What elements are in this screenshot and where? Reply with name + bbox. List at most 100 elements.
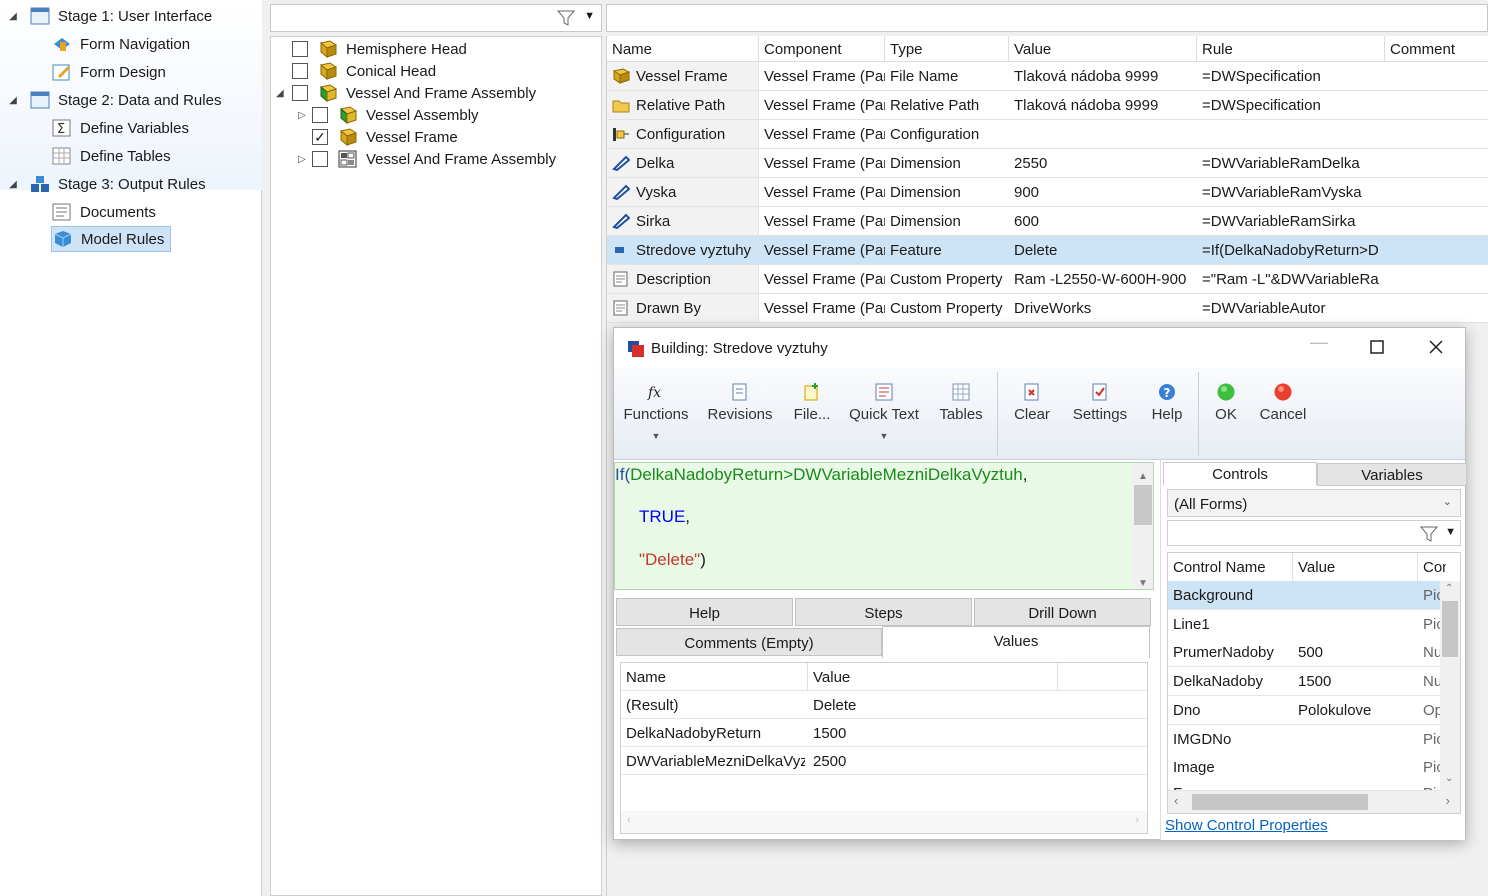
cell-comment[interactable] <box>1385 236 1488 264</box>
nav-item-stage-2[interactable]: ◢ Stage 2: Data and Rules <box>6 87 221 113</box>
scroll-down-icon[interactable]: ▼ <box>1138 573 1148 594</box>
scroll-thumb[interactable] <box>1134 485 1152 525</box>
horizontal-scrollbar[interactable]: ‹ › <box>621 811 1147 833</box>
scroll-left-icon[interactable]: ‹ <box>627 814 631 826</box>
nav-item-form-navigation[interactable]: Form Navigation <box>52 31 190 57</box>
controls-filter-box[interactable]: ▼ <box>1167 520 1461 546</box>
cell-rule[interactable]: =DWVariableRamDelka <box>1197 149 1385 177</box>
column-header-control[interactable]: Control <box>1418 553 1446 581</box>
scroll-right-icon[interactable]: › <box>1446 793 1450 808</box>
filter-icon[interactable] <box>1419 525 1439 547</box>
scroll-thumb[interactable] <box>1192 794 1368 810</box>
expand-arrow-icon[interactable]: ◢ <box>276 88 292 99</box>
column-header-name[interactable]: Name <box>621 663 808 690</box>
tree-item[interactable]: Hemisphere Head <box>292 38 467 60</box>
dialog-title-bar[interactable]: Building: Stredove vyztuhy — <box>614 328 1465 368</box>
column-header-control-name[interactable]: Control Name <box>1168 553 1293 581</box>
rules-filter-box[interactable] <box>606 4 1488 32</box>
nav-item-stage-1[interactable]: ◢ Stage 1: User Interface <box>6 3 212 29</box>
scroll-up-icon[interactable]: ▲ <box>1138 466 1148 487</box>
table-row[interactable]: Vyska Vessel Frame (Part Dimension 900 =… <box>607 178 1488 207</box>
clear-button[interactable]: Clear <box>1006 368 1058 460</box>
table-row[interactable]: Configuration Vessel Frame (Part Configu… <box>607 120 1488 149</box>
tree-item[interactable]: Conical Head <box>292 60 436 82</box>
tree-checkbox[interactable] <box>292 85 308 101</box>
tree-item-selected[interactable]: ✓ Vessel Frame <box>312 126 458 148</box>
cell-rule[interactable]: =DWVariableRamVyska <box>1197 178 1385 206</box>
editor-scrollbar[interactable]: ▲ ▼ <box>1133 463 1153 589</box>
cell-comment[interactable] <box>1385 91 1488 119</box>
tree-checkbox[interactable] <box>292 63 308 79</box>
column-header-value[interactable]: Value <box>1293 553 1418 581</box>
table-row[interactable]: DelkaNadoby 1500 Numeric <box>1168 667 1446 696</box>
revisions-button[interactable]: Revisions <box>700 368 780 460</box>
tree-item[interactable]: ▷ Vessel Assembly <box>298 104 479 126</box>
show-control-properties-link[interactable]: Show Control Properties <box>1165 817 1328 834</box>
cell-rule[interactable]: =If(DelkaNadobyReturn>D <box>1197 236 1385 264</box>
scroll-left-icon[interactable]: ‹ <box>1174 793 1178 808</box>
close-icon[interactable] <box>1428 339 1444 359</box>
table-row[interactable]: DelkaNadobyReturn 1500 <box>621 719 1147 747</box>
column-header-component[interactable]: Component <box>759 36 885 62</box>
tree-checkbox[interactable] <box>312 107 328 123</box>
table-row[interactable]: IMGDNo Picture <box>1168 725 1446 754</box>
cell-rule[interactable]: =DWVariableRamSirka <box>1197 207 1385 235</box>
scroll-up-icon[interactable]: ⌃ <box>1445 583 1453 594</box>
column-header-type[interactable]: Type <box>885 36 1009 62</box>
expand-arrow-icon[interactable]: ◢ <box>6 95 20 106</box>
cell-rule[interactable]: =DWSpecification <box>1197 62 1385 90</box>
cell-comment[interactable] <box>1385 294 1488 322</box>
tab-drill-down[interactable]: Drill Down <box>974 598 1151 626</box>
scroll-right-icon[interactable]: › <box>1135 814 1139 826</box>
cell-rule[interactable] <box>1197 120 1385 148</box>
file-button[interactable]: File... <box>786 368 838 460</box>
table-row-selected[interactable]: Stredove vyztuhy Vessel Frame (Part Feat… <box>607 236 1488 265</box>
table-row-selected[interactable]: Background Picture <box>1168 581 1446 610</box>
cell-comment[interactable] <box>1385 207 1488 235</box>
tables-button[interactable]: Tables <box>932 368 990 460</box>
cell-rule[interactable]: =DWVariableAutor <box>1197 294 1385 322</box>
nav-item-form-design[interactable]: Form Design <box>52 59 166 85</box>
component-filter-box[interactable]: ▼ <box>270 4 602 32</box>
nav-item-stage-3[interactable]: ◢ Stage 3: Output Rules <box>6 171 205 197</box>
expand-arrow-icon[interactable]: ▷ <box>298 154 312 165</box>
nav-item-model-rules[interactable]: Model Rules <box>51 226 171 252</box>
tree-item[interactable]: ▷ Vessel And Frame Assembly <box>298 148 556 170</box>
functions-button[interactable]: fx Functions ▼ <box>618 368 694 460</box>
table-row[interactable]: DWVariableMezniDelkaVyztuh 2500 <box>621 747 1147 775</box>
scroll-down-icon[interactable]: ⌄ <box>1445 773 1453 784</box>
dropdown-arrow-icon[interactable]: ▼ <box>618 431 694 441</box>
minimize-icon[interactable]: — <box>1310 332 1328 353</box>
form-select[interactable]: (All Forms) ⌄ <box>1167 489 1461 517</box>
tab-steps[interactable]: Steps <box>795 598 972 626</box>
tab-variables[interactable]: Variables <box>1317 463 1467 486</box>
cell-comment[interactable] <box>1385 149 1488 177</box>
table-row[interactable]: Description Vessel Frame (Part Custom Pr… <box>607 265 1488 294</box>
table-row[interactable]: Fr Pi <box>1168 779 1446 791</box>
filter-icon[interactable] <box>556 9 576 31</box>
vertical-scrollbar[interactable]: ⌃ ⌄ <box>1440 581 1460 793</box>
chevron-down-icon[interactable]: ⌄ <box>1443 495 1452 508</box>
tree-checkbox[interactable] <box>312 151 328 167</box>
cancel-button[interactable]: Cancel <box>1254 368 1312 460</box>
expand-arrow-icon[interactable]: ◢ <box>6 11 20 22</box>
cell-comment[interactable] <box>1385 62 1488 90</box>
scroll-thumb[interactable] <box>1442 601 1458 657</box>
cell-rule[interactable]: ="Ram -L"&DWVariableRa <box>1197 265 1385 293</box>
quick-text-button[interactable]: Quick Text ▼ <box>844 368 924 460</box>
nav-item-documents[interactable]: Documents <box>52 199 156 225</box>
tab-comments[interactable]: Comments (Empty) <box>616 628 882 656</box>
cell-comment[interactable] <box>1385 265 1488 293</box>
help-button[interactable]: ? Help <box>1142 368 1192 460</box>
table-row[interactable]: Vessel Frame Vessel Frame (Part File Nam… <box>607 62 1488 91</box>
column-header-name[interactable]: Name <box>607 36 759 62</box>
chevron-down-icon[interactable]: ▼ <box>584 10 595 22</box>
table-row[interactable]: Drawn By Vessel Frame (Part Custom Prope… <box>607 294 1488 323</box>
maximize-icon[interactable] <box>1370 340 1384 358</box>
cell-comment[interactable] <box>1385 120 1488 148</box>
cell-comment[interactable] <box>1385 178 1488 206</box>
tree-checkbox-checked[interactable]: ✓ <box>312 129 328 145</box>
column-header-rule[interactable]: Rule <box>1197 36 1385 62</box>
expand-arrow-icon[interactable]: ◢ <box>6 179 20 190</box>
table-row[interactable]: PrumerNadoby 500 Numeric <box>1168 638 1446 667</box>
